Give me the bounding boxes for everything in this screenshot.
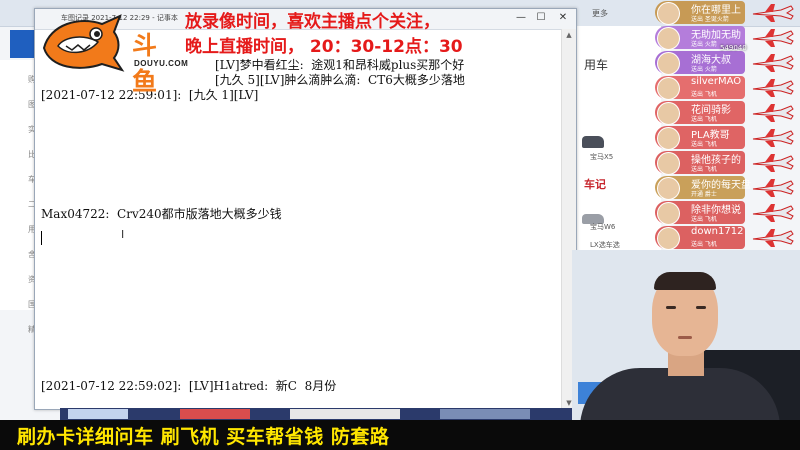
- gift-description: 送出 飞机: [691, 166, 717, 173]
- promo-banner-text: 刷办卡详细问车 刷飞机 买车帮省钱 防套路: [17, 426, 390, 448]
- gift-description: 开通 爵士: [691, 191, 717, 198]
- chat-log-line: [2021-07-12 22:59:02]: [LV]H1atred: 新C 8…: [41, 379, 337, 393]
- site-right-panel: 用车 宝马X5 车记 宝马W6 LX选车选: [575, 26, 661, 250]
- streamer-mouth: [678, 336, 692, 339]
- avatar[interactable]: [657, 27, 680, 50]
- gift-description: 送出 火箭: [691, 66, 717, 73]
- gift-entry: 除非你想说 送出 飞机: [655, 200, 800, 225]
- avatar[interactable]: [657, 52, 680, 75]
- gift-description: 送出 飞机: [691, 141, 717, 148]
- stream-announcement: 放录像时间，喜欢主播点个关注， 晚上直播时间， 20：30-12点：30: [185, 10, 463, 60]
- plane-gift-icon: [752, 204, 794, 222]
- minimize-button[interactable]: —: [513, 11, 529, 25]
- avatar[interactable]: [657, 2, 680, 25]
- gift-description: 送出 火箭: [691, 41, 717, 48]
- browser-more-menu[interactable]: 更多: [592, 8, 608, 19]
- avatar[interactable]: [657, 127, 680, 150]
- ibeam-cursor-icon: I: [121, 228, 125, 241]
- gift-count: 549040: [720, 44, 747, 52]
- avatar[interactable]: [657, 227, 680, 250]
- car-model-label[interactable]: 宝马X5: [590, 152, 613, 162]
- car-thumbnail[interactable]: [582, 136, 604, 148]
- avatar[interactable]: [657, 177, 680, 200]
- plane-gift-icon: [752, 154, 794, 172]
- gift-entry: PLA教哥 送出 飞机: [655, 125, 800, 150]
- plane-gift-icon: [752, 79, 794, 97]
- gift-feed: 你在哪里上 送出 圣诞火箭 无助加无助 送出 火箭 湖海大叔 送出 火箭 silverMAO…: [655, 0, 800, 250]
- gift-entry: 花间骑影 送出 飞机: [655, 100, 800, 125]
- streamer-hair: [654, 272, 716, 290]
- site-left-menu: 购 图 实 比 车 二 用 舍 资 国 精: [0, 60, 38, 334]
- gift-entry: 操他孩子的 送出 飞机: [655, 150, 800, 175]
- plane-gift-icon: [752, 54, 794, 72]
- gift-entry: 你在哪里上 送出 圣诞火箭: [655, 0, 800, 25]
- avatar[interactable]: [657, 77, 680, 100]
- announcement-line: 晚上直播时间， 20：30-12点：30: [185, 37, 463, 57]
- douyu-logo: 斗鱼 DOUYU.COM: [36, 10, 188, 96]
- avatar[interactable]: [657, 152, 680, 175]
- douyu-fish-icon: [42, 14, 125, 72]
- streamer-eye: [666, 306, 676, 309]
- chat-log-line: Max04722: Crv240都市版落地大概多少钱: [41, 207, 282, 221]
- gift-sender-name[interactable]: silverMAO: [691, 76, 741, 87]
- streamer-eye: [696, 306, 706, 309]
- gift-sender-name[interactable]: down1712: [691, 226, 743, 237]
- car-diary-title: 车记: [584, 178, 606, 191]
- gift-entry: 湖海大叔 送出 火箭: [655, 50, 800, 75]
- plane-gift-icon: [752, 229, 794, 247]
- promo-banner: 刷办卡详细问车 刷飞机 买车帮省钱 防套路: [0, 420, 800, 450]
- taskbar-thumbnails: [60, 408, 572, 420]
- gift-entry: 爱你的每天盘 开通 爵士: [655, 175, 800, 200]
- taskbar-thumbnail[interactable]: [290, 409, 400, 419]
- taskbar-thumbnail[interactable]: [180, 409, 250, 419]
- avatar[interactable]: [657, 102, 680, 125]
- avatar[interactable]: [657, 202, 680, 225]
- plane-gift-icon: [752, 179, 794, 197]
- plane-gift-icon: [752, 29, 794, 47]
- gift-description: 送出 飞机: [691, 241, 717, 248]
- plane-gift-icon: [752, 129, 794, 147]
- gift-description: 送出 圣诞火箭: [691, 16, 729, 23]
- streamer-webcam: [572, 250, 800, 420]
- taskbar-thumbnail[interactable]: [440, 409, 530, 419]
- announcement-line: 放录像时间，喜欢主播点个关注，: [185, 12, 440, 32]
- plane-gift-icon: [752, 104, 794, 122]
- car-link[interactable]: LX选车选: [590, 240, 620, 250]
- text-caret: [41, 231, 42, 245]
- taskbar-thumbnail[interactable]: [68, 409, 128, 419]
- scroll-up-icon[interactable]: ▲: [562, 31, 576, 39]
- car-nav-link[interactable]: 用车: [584, 56, 608, 73]
- maximize-button[interactable]: ☐: [533, 11, 549, 25]
- plane-gift-icon: [752, 4, 794, 22]
- close-button[interactable]: ✕: [555, 11, 571, 25]
- gift-entry: silverMAO 送出 飞机: [655, 75, 800, 100]
- car-model-label[interactable]: 宝马W6: [590, 222, 615, 232]
- gift-description: 送出 飞机: [691, 216, 717, 223]
- logo-domain: DOUYU.COM: [134, 59, 189, 68]
- gift-description: 送出 飞机: [691, 116, 717, 123]
- gift-entry: down1712 送出 飞机: [655, 225, 800, 250]
- gift-description: 送出 飞机: [691, 91, 717, 98]
